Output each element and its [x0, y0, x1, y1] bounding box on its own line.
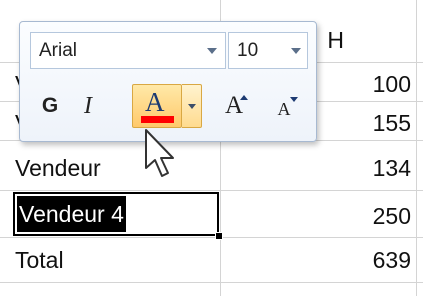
- table-cell[interactable]: 639: [224, 240, 411, 278]
- chevron-down-icon: [187, 103, 196, 109]
- row-divider: [0, 237, 423, 238]
- chevron-down-icon[interactable]: [291, 48, 301, 54]
- caret-down-icon: [290, 97, 298, 102]
- fill-handle[interactable]: [215, 232, 223, 240]
- italic-icon: I: [84, 92, 92, 119]
- table-cell[interactable]: 250: [224, 196, 411, 234]
- chevron-down-icon[interactable]: [207, 48, 217, 54]
- row-divider: [0, 190, 423, 191]
- font-name-select[interactable]: Arial: [30, 32, 226, 69]
- selected-cell[interactable]: Vendeur 4: [13, 192, 219, 236]
- caret-up-icon: [240, 95, 248, 100]
- font-color-swatch: [141, 116, 174, 123]
- increase-font-size-button[interactable]: A: [214, 84, 254, 128]
- column-divider: [416, 0, 417, 296]
- cell-text: Vendeur: [15, 155, 101, 181]
- decrease-font-size-button[interactable]: A: [264, 84, 304, 128]
- font-size-value: 10: [237, 40, 259, 61]
- font-color-dropdown[interactable]: [182, 84, 202, 128]
- column-header-text: H: [327, 27, 344, 53]
- font-size-select[interactable]: 10: [228, 32, 308, 69]
- italic-button[interactable]: I: [70, 84, 106, 128]
- mouse-pointer-icon: [145, 129, 174, 177]
- font-color-icon: A: [145, 87, 165, 117]
- table-cell[interactable]: Vendeur: [15, 148, 220, 186]
- row-divider: [0, 282, 423, 283]
- cell-value: 134: [372, 155, 411, 181]
- bold-icon: G: [41, 94, 59, 117]
- bold-button[interactable]: G: [32, 84, 68, 128]
- selected-cell-text: Vendeur 4: [17, 196, 126, 232]
- mini-format-toolbar: Arial 10 G I A A A: [19, 21, 317, 142]
- cell-text: Total: [15, 247, 64, 273]
- table-cell[interactable]: 134: [224, 148, 411, 186]
- font-name-value: Arial: [39, 40, 78, 61]
- shrink-font-icon: A: [277, 98, 291, 119]
- cell-value: 100: [372, 71, 411, 97]
- cell-value: 250: [372, 203, 411, 229]
- table-cell[interactable]: Total: [15, 240, 220, 278]
- cell-value: 155: [372, 110, 411, 136]
- cell-value: 639: [372, 247, 411, 273]
- font-color-button[interactable]: A: [132, 84, 182, 128]
